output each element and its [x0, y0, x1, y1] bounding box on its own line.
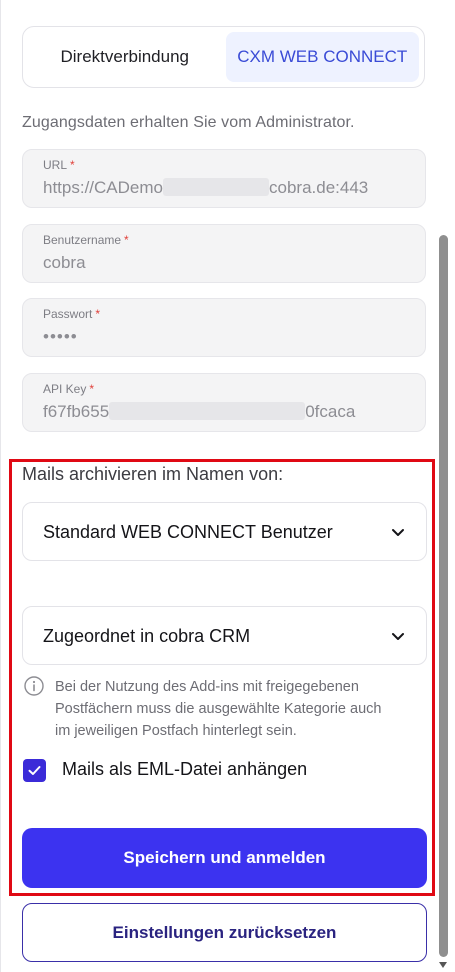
shared-mailbox-info: Bei der Nutzung des Add-ins mit freigege… [55, 679, 382, 739]
api-key-field[interactable]: API Key * f67fb655 0fcaca [22, 373, 426, 432]
eml-attachment-checkbox[interactable] [23, 759, 46, 782]
url-field[interactable]: URL * https://CADemo cobra.de:443 [22, 149, 426, 208]
scrollbar-thumb[interactable] [439, 235, 448, 957]
archive-user-select-value: Standard WEB CONNECT Benutzer [43, 522, 333, 542]
crm-assignment-select-value: Zugeordnet in cobra CRM [43, 626, 251, 646]
crm-assignment-select[interactable]: Zugeordnet in cobra CRM [22, 606, 427, 665]
chevron-down-icon [392, 529, 404, 536]
info-icon [24, 676, 44, 696]
api-key-label: API Key * [43, 382, 95, 396]
api-key-value: f67fb655 0fcaca [43, 402, 356, 421]
password-value: ••••• [43, 327, 78, 346]
tab-cxm-web-connect[interactable]: CXM WEB CONNECT [225, 32, 419, 82]
password-label: Passwort * [43, 307, 101, 321]
required-marker: * [124, 233, 129, 247]
reset-settings-button[interactable]: Einstellungen zurücksetzen [22, 903, 427, 962]
archive-user-select[interactable]: Standard WEB CONNECT Benutzer [22, 502, 427, 561]
redacted-segment [109, 402, 306, 420]
required-marker: * [70, 158, 75, 172]
archive-section-title: Mails archivieren im Namen von: [22, 464, 284, 484]
tab-direktverbindung[interactable]: Direktverbindung [28, 32, 222, 82]
url-value: https://CADemo cobra.de:443 [43, 178, 369, 197]
chevron-down-icon [392, 633, 404, 640]
username-label: Benutzername * [43, 233, 129, 247]
required-marker: * [95, 307, 101, 321]
connection-tabs: Direktverbindung CXM WEB CONNECT [22, 26, 425, 88]
check-icon [28, 766, 41, 775]
eml-attachment-label[interactable]: Mails als EML-Datei anhängen [62, 759, 307, 780]
scroll-down-arrow-icon[interactable] [438, 961, 448, 969]
required-marker: * [89, 382, 95, 396]
username-field[interactable]: Benutzername * cobra [22, 224, 426, 283]
username-value: cobra [43, 253, 86, 272]
save-and-login-button[interactable]: Speichern und anmelden [22, 828, 427, 888]
credentials-hint: Zugangsdaten erhalten Sie vom Administra… [22, 114, 355, 131]
panel-left-border [0, 0, 1, 972]
redacted-segment [163, 178, 269, 196]
url-label: URL * [43, 158, 75, 172]
password-field[interactable]: Passwort * ••••• [22, 298, 426, 357]
